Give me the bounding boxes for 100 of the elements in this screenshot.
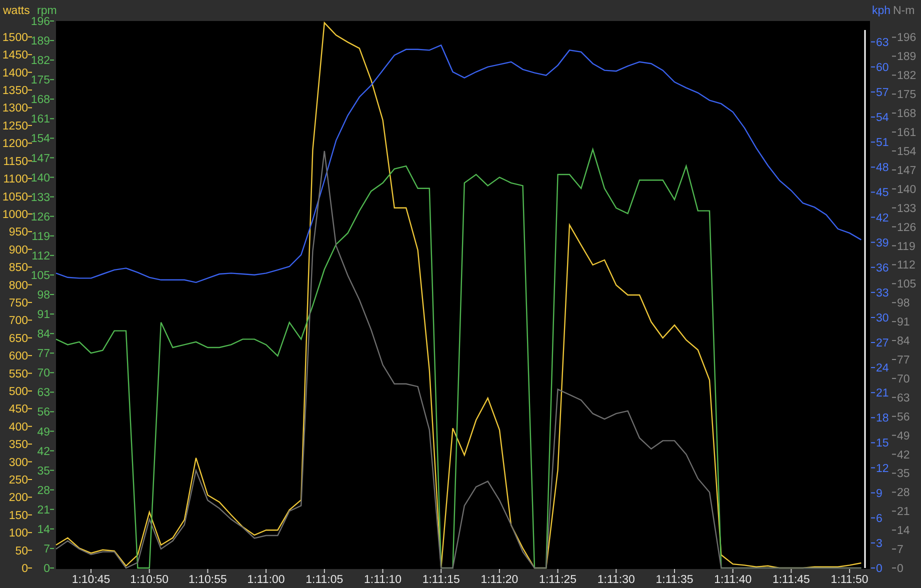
tick-label: 91 (897, 316, 910, 329)
tick-label: 1000 (2, 208, 28, 221)
tick-label: 70 (897, 373, 910, 386)
tick-label: 49 (37, 426, 50, 438)
tick-label: 63 (37, 387, 50, 400)
tick-label: 1150 (3, 156, 28, 168)
tick-label: 27 (876, 338, 889, 350)
tick-label: 21 (876, 388, 889, 400)
time-label: 1:11:50 (830, 574, 868, 586)
axis-title: rpm (37, 5, 57, 17)
tick-label: 49 (897, 430, 910, 442)
tick-label: 60 (876, 62, 889, 74)
time-label: 1:11:40 (714, 574, 752, 586)
tick-label: 112 (32, 250, 50, 262)
tick-label: 100 (8, 528, 28, 540)
tick-label: 56 (37, 406, 50, 419)
tick-label: 0 (876, 563, 882, 575)
tick-label: 147 (897, 164, 916, 177)
time-label: 1:11:25 (539, 574, 577, 586)
tick-label: 57 (876, 86, 889, 99)
tick-label: 126 (897, 222, 916, 234)
tick-label: 250 (8, 474, 28, 486)
tick-label: 98 (37, 290, 50, 302)
tick-label: 140 (30, 172, 50, 184)
tick-label: 200 (8, 492, 28, 504)
axis-title: kph (872, 5, 891, 17)
tick-label: 1100 (3, 174, 28, 186)
tick-label: 150 (8, 510, 28, 522)
tick-label: 196 (897, 32, 916, 44)
tick-label: 850 (8, 262, 28, 274)
tick-label: 0 (22, 563, 28, 575)
tick-label: 48 (876, 162, 889, 174)
tick-label: 161 (30, 114, 50, 126)
tick-label: 84 (897, 336, 910, 348)
tick-label: 42 (897, 449, 910, 462)
tick-label: 35 (897, 468, 910, 480)
tick-label: 1300 (2, 102, 28, 115)
tick-label: 1350 (2, 85, 28, 98)
tick-label: 9 (876, 488, 882, 500)
tick-label: 33 (876, 287, 889, 300)
tick-label: 700 (8, 315, 28, 328)
tick-label: 189 (30, 36, 50, 48)
tick-label: 168 (897, 108, 916, 120)
tick-label: 350 (8, 439, 28, 452)
tick-label: 1500 (2, 32, 28, 44)
tick-label: 7 (44, 543, 50, 556)
tick-label: 133 (30, 192, 50, 204)
time-label: 1:11:35 (656, 574, 694, 586)
tick-label: 119 (32, 230, 50, 243)
tick-label: 77 (897, 354, 910, 366)
tick-label: 154 (30, 133, 50, 146)
tick-label: 50 (15, 545, 28, 558)
time-label: 1:11:05 (306, 574, 344, 586)
tick-label: 12 (876, 462, 889, 475)
tick-label: 77 (37, 348, 50, 360)
tick-label: 70 (37, 368, 50, 380)
tick-label: 21 (37, 504, 50, 516)
time-label: 1:11:15 (422, 574, 460, 586)
tick-label: 1450 (2, 50, 28, 62)
tick-label: 28 (897, 487, 910, 500)
tick-label: 161 (897, 127, 916, 140)
tick-label: 35 (37, 465, 50, 478)
tick-label: 900 (8, 244, 28, 256)
time-label: 1:10:50 (130, 574, 169, 586)
axis-title: watts (3, 5, 30, 17)
tick-label: 112 (897, 260, 916, 272)
tick-label: 56 (897, 411, 910, 424)
tick-label: 0 (897, 563, 904, 575)
tick-label: 196 (30, 16, 50, 28)
tick-label: 119 (897, 240, 916, 253)
tick-label: 51 (876, 137, 889, 150)
tick-label: 3 (876, 538, 882, 550)
tick-label: 650 (8, 332, 28, 345)
tick-label: 105 (30, 270, 50, 282)
tick-label: 1200 (2, 138, 28, 150)
time-label: 1:11:45 (772, 574, 810, 586)
tick-label: 154 (897, 146, 916, 158)
tick-label: 300 (8, 456, 28, 469)
tick-label: 950 (8, 226, 28, 239)
tick-label: 39 (876, 237, 889, 250)
tick-label: 140 (897, 184, 916, 196)
tick-label: 15 (876, 438, 889, 450)
tick-label: 14 (37, 524, 50, 536)
time-label: 1:11:00 (247, 574, 285, 586)
tick-label: 91 (37, 309, 50, 322)
tick-label: 126 (30, 211, 50, 224)
tick-label: 189 (897, 51, 916, 64)
tick-label: 45 (876, 187, 889, 200)
time-label: 1:11:30 (597, 574, 635, 586)
tick-label: 550 (8, 368, 28, 380)
tick-label: 147 (30, 152, 50, 165)
tick-label: 30 (876, 312, 889, 324)
tick-label: 175 (897, 89, 916, 102)
tick-label: 182 (897, 70, 916, 82)
tick-label: 7 (897, 544, 904, 556)
axis-title: N-m (893, 5, 915, 17)
tick-label: 400 (8, 421, 28, 434)
tick-label: 600 (8, 350, 28, 363)
tick-label: 21 (897, 506, 910, 518)
tick-label: 800 (8, 280, 28, 292)
